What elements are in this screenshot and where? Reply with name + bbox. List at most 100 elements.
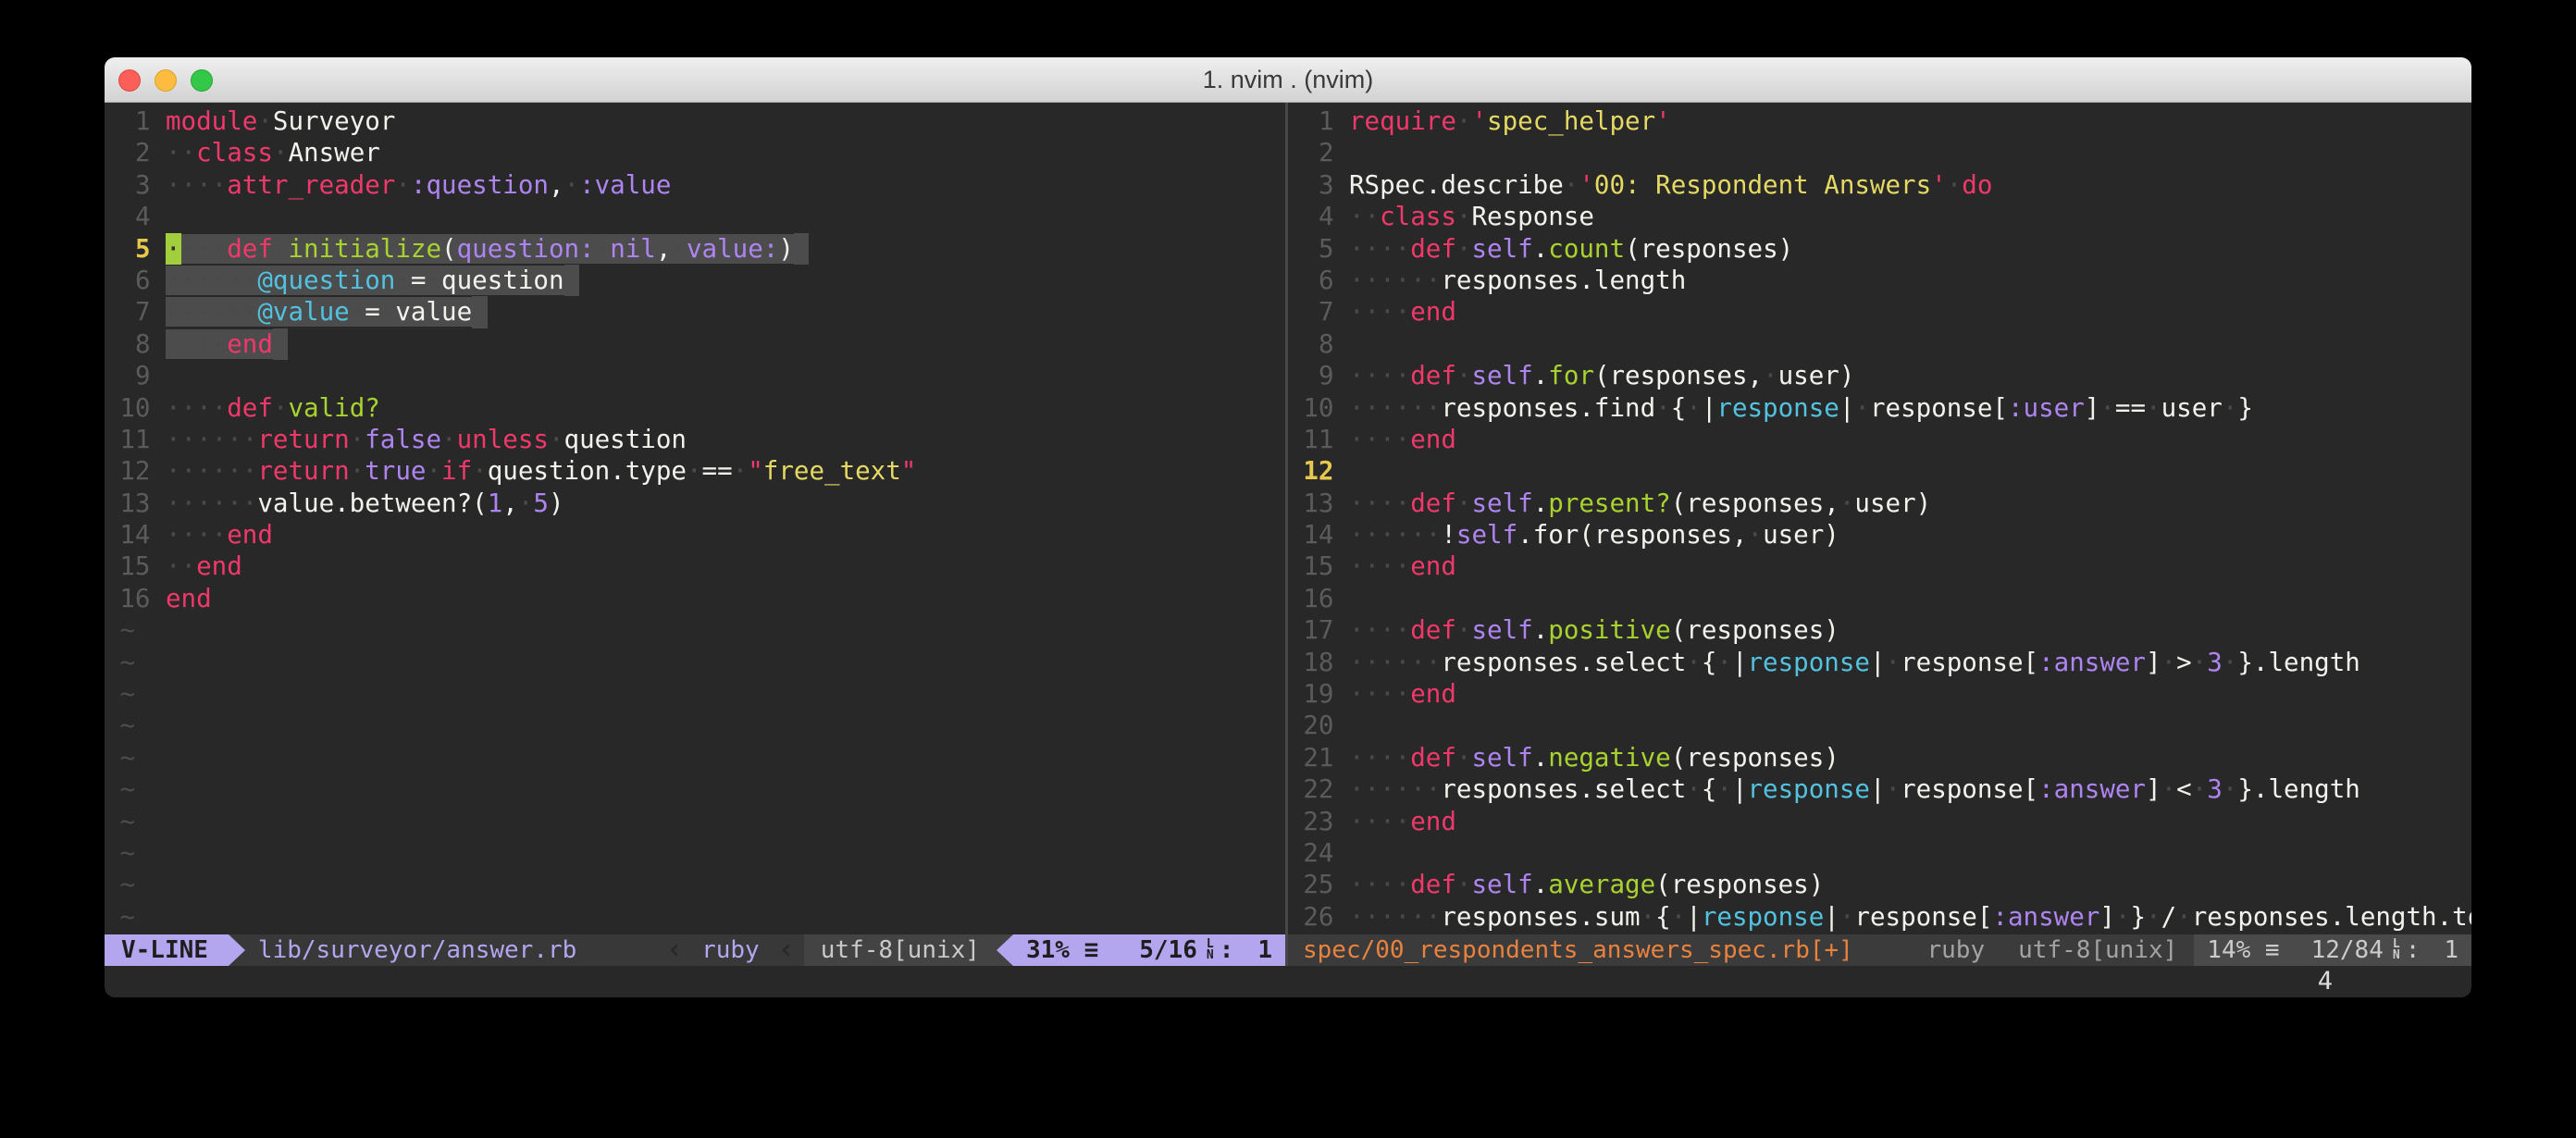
code-line[interactable]: 9 — [105, 360, 1285, 391]
code-line[interactable]: 1module·Surveyor — [105, 105, 1285, 137]
code-line[interactable]: 12······return·true·if·question.type·==·… — [105, 455, 1285, 487]
code-token: · — [518, 489, 534, 518]
code-line[interactable]: 23····end — [1288, 806, 2471, 837]
line-number: 7 — [1288, 296, 1334, 328]
code-line[interactable]: 25····def·self.average(responses) — [1288, 869, 2471, 900]
code-line[interactable]: 3RSpec.describe·'00: Respondent Answers'… — [1288, 169, 2471, 201]
code-line[interactable]: 2··class·Answer — [105, 137, 1285, 168]
terminal-window: 1. nvim . (nvim) 1module·Surveyor2··clas… — [105, 57, 2471, 997]
visual-selection: ····def·initialize(question:·nil,·value:… — [166, 234, 809, 264]
code-line[interactable]: 1require·'spec_helper' — [1288, 105, 2471, 137]
code-token: = — [411, 266, 427, 295]
selection-tail — [794, 233, 810, 265]
pane-answer-rb[interactable]: 1module·Surveyor2··class·Answer3····attr… — [105, 103, 1285, 966]
code-token: .for(responses, — [1517, 520, 1747, 550]
code-line[interactable]: 21····def·self.negative(responses) — [1288, 742, 2471, 773]
empty-line-tilde: ~ — [105, 806, 1285, 837]
code-token: (responses, — [1594, 361, 1763, 390]
code-token: class — [196, 138, 273, 167]
statusline-left: V-LINE lib/surveyor/answer.rb ‹ ruby ‹ u… — [105, 934, 1285, 966]
code-line[interactable]: 18······responses.select·{·|response|·re… — [1288, 647, 2471, 678]
code-token: true — [365, 456, 426, 486]
code-token: . — [1533, 489, 1549, 518]
code-token: responses.select — [1441, 648, 1686, 677]
code-token: ' — [1471, 106, 1487, 136]
line-number: 10 — [105, 392, 151, 424]
code-token: · — [2192, 774, 2208, 804]
code-line[interactable]: 20 — [1288, 710, 2471, 741]
code-token: ···· — [1349, 489, 1410, 518]
code-token: ) — [549, 489, 564, 518]
code-token: question — [441, 266, 564, 295]
code-line[interactable]: 15····end — [1288, 550, 2471, 582]
code-token: . — [1533, 615, 1549, 645]
code-line[interactable]: 13····def·self.present?(responses,·user) — [1288, 488, 2471, 519]
code-line[interactable]: 24 — [1288, 837, 2471, 869]
code-token: · — [273, 138, 289, 167]
code-line[interactable]: 8 — [1288, 328, 2471, 360]
code-line[interactable]: 6······@question·=·question — [105, 265, 1285, 296]
code-token: · — [426, 456, 441, 486]
code-token: · — [1716, 774, 1732, 804]
code-line[interactable]: 17····def·self.positive(responses) — [1288, 614, 2471, 646]
code-token: ···· — [166, 520, 227, 550]
code-token: · — [1564, 170, 1579, 200]
pane-spec-rb[interactable]: 1require·'spec_helper'23RSpec.describe·'… — [1288, 103, 2471, 966]
code-area-right[interactable]: 1require·'spec_helper'23RSpec.describe·'… — [1288, 103, 2471, 934]
code-line[interactable]: 13······value.between?(1,·5) — [105, 488, 1285, 519]
code-token: · — [1686, 393, 1702, 423]
code-line[interactable]: 26······responses.sum·{·|response|·respo… — [1288, 901, 2471, 933]
code-line[interactable]: 10······responses.find·{·|response|·resp… — [1288, 392, 2471, 424]
code-line[interactable]: 22······responses.select·{·|response|·re… — [1288, 773, 2471, 805]
code-token: average — [1548, 870, 1655, 899]
code-token: end — [1410, 679, 1456, 709]
code-area-left[interactable]: 1module·Surveyor2··class·Answer3····attr… — [105, 103, 1285, 934]
code-line[interactable]: 11······return·false·unless·question — [105, 424, 1285, 455]
code-token: == — [702, 456, 733, 486]
code-line[interactable]: 5····def·self.count(responses) — [1288, 233, 2471, 265]
visual-selection: ······@question·=·question — [166, 266, 579, 295]
code-token: end — [166, 584, 212, 613]
code-line[interactable]: 2 — [1288, 137, 2471, 168]
code-token: ·· — [1349, 202, 1380, 231]
code-line[interactable]: 19····end — [1288, 678, 2471, 710]
code-line[interactable]: 14 ····end — [105, 519, 1285, 550]
code-line[interactable]: 14······!self.for(responses,·user) — [1288, 519, 2471, 550]
line-number: 24 — [1288, 837, 1334, 869]
code-token: :answer — [2038, 774, 2146, 804]
code-token: · — [426, 266, 441, 295]
code-token: (responses) — [1655, 870, 1824, 899]
code-token: . — [1533, 361, 1549, 390]
code-line[interactable]: 3····attr_reader·:question,·:value — [105, 169, 1285, 201]
code-token: :question — [411, 170, 549, 200]
code-token: response — [1716, 393, 1839, 423]
code-line[interactable]: 12 — [1288, 455, 2471, 487]
code-token: def — [227, 393, 273, 423]
code-line[interactable]: 15··end — [105, 550, 1285, 582]
code-token: · — [2099, 393, 2115, 423]
empty-line-tilde: ~ — [105, 742, 1285, 773]
code-token: end — [227, 520, 273, 550]
code-line[interactable]: 10····def·valid? — [105, 392, 1285, 424]
code-token: . — [1533, 234, 1549, 264]
code-line[interactable]: 4 — [105, 201, 1285, 232]
line-number: 14 — [105, 519, 151, 550]
line-number: 20 — [1288, 710, 1334, 741]
code-line[interactable]: 7····end — [1288, 296, 2471, 328]
code-line[interactable]: 7······@value·=·value — [105, 296, 1285, 328]
code-line[interactable]: 9····def·self.for(responses,·user) — [1288, 360, 2471, 391]
line-number: 21 — [1288, 742, 1334, 773]
titlebar[interactable]: 1. nvim . (nvim) — [105, 57, 2471, 103]
code-token: response[ — [1901, 774, 2038, 804]
code-token: responses.select — [1441, 774, 1686, 804]
code-line[interactable]: 16 — [1288, 583, 2471, 614]
code-token: module — [166, 106, 257, 136]
code-line[interactable]: 5····def·initialize(question:·nil,·value… — [105, 233, 1285, 265]
code-line[interactable]: 6······responses.length — [1288, 265, 2471, 296]
code-line[interactable]: 11····end — [1288, 424, 2471, 455]
lines-icon: ≡ — [1084, 934, 1099, 966]
code-line[interactable]: 4··class·Response — [1288, 201, 2471, 232]
code-line[interactable]: 8····end — [105, 328, 1285, 360]
code-token: · — [2146, 393, 2161, 423]
code-line[interactable]: 16end — [105, 583, 1285, 614]
